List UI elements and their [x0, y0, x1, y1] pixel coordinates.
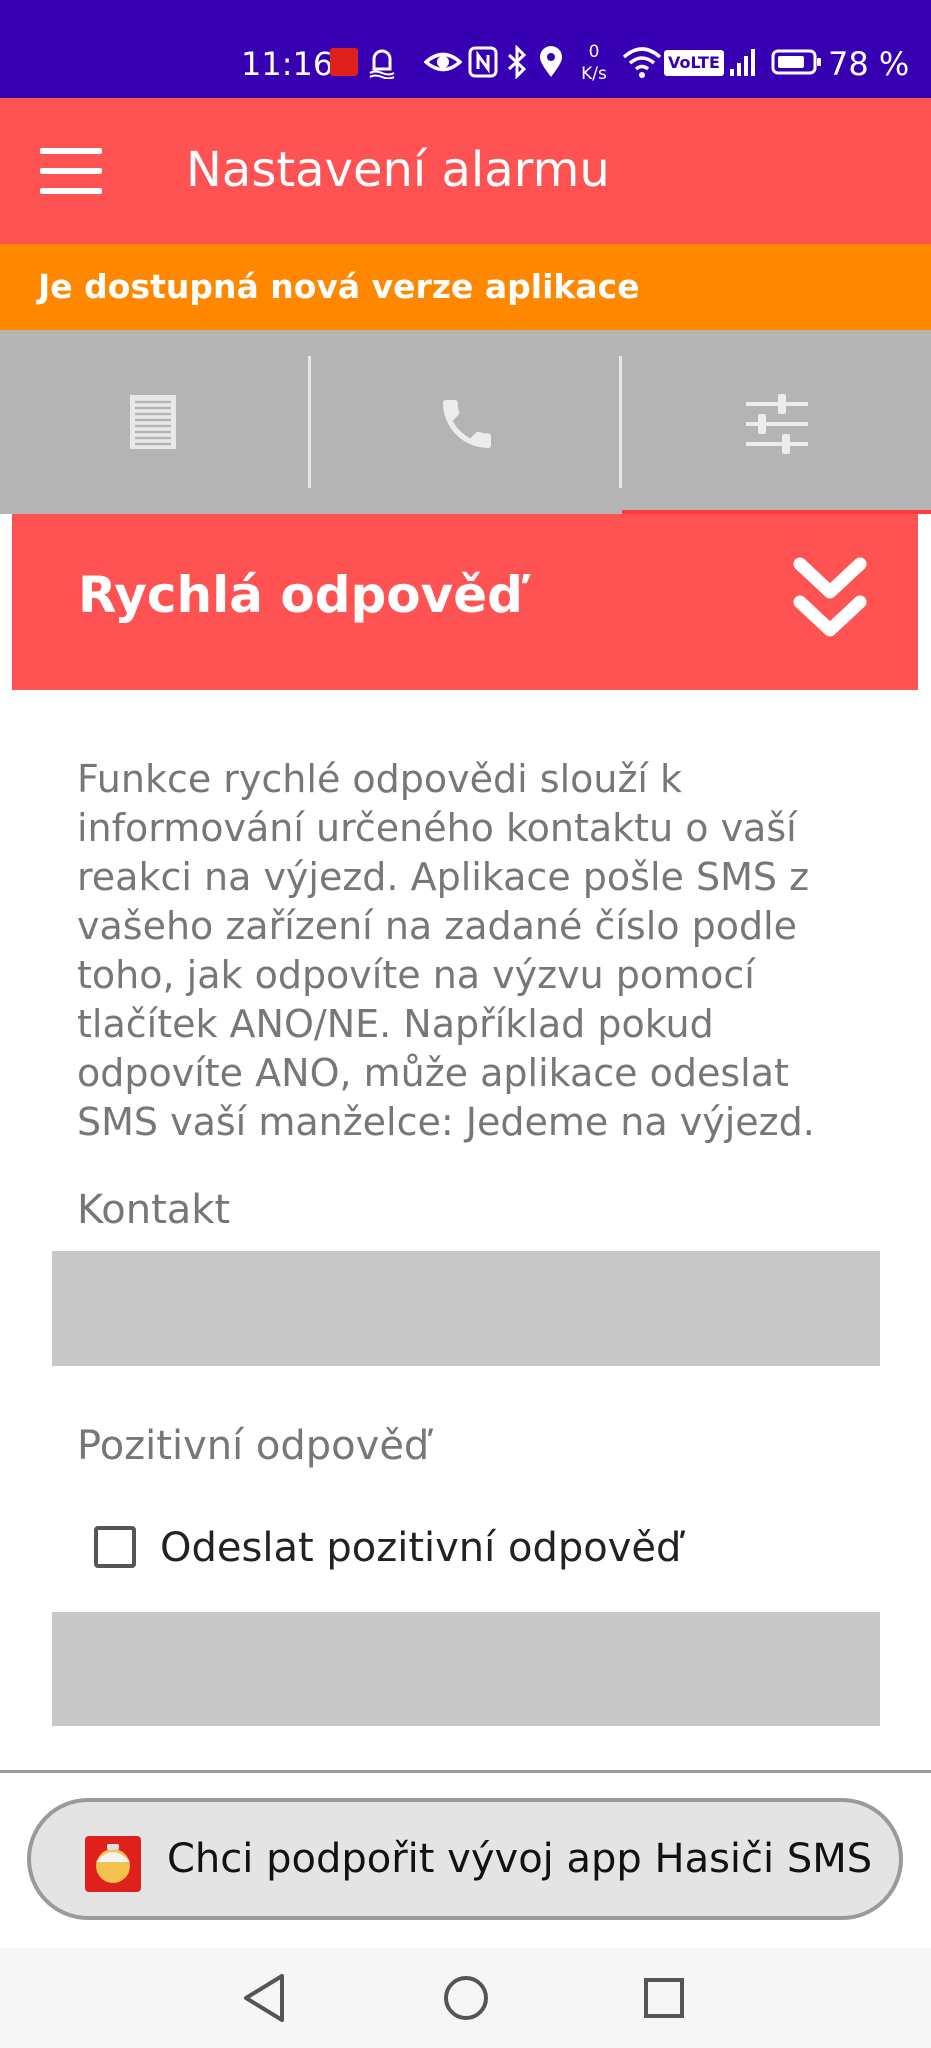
hamburger-menu-icon[interactable] [30, 136, 114, 206]
document-icon [130, 395, 176, 449]
update-banner-text: Je dostupná nová verze aplikace [38, 267, 640, 306]
section-title: Rychlá odpověď [78, 566, 523, 624]
positive-reply-checkbox[interactable] [94, 1526, 136, 1568]
signal-icon [728, 45, 758, 88]
app-bar: Nastavení alarmu [0, 98, 931, 244]
battery-percent: 78 % [828, 45, 910, 83]
hasici-app-icon [85, 1836, 141, 1892]
alarm-icon [367, 45, 397, 88]
location-icon [538, 45, 564, 88]
status-time: 11:16 [241, 45, 334, 83]
support-development-label: Chci podpořit vývoj app Hasiči SMS [167, 1836, 873, 1882]
status-bar: 11:16 0 K/s VoLTE 78 % [0, 0, 931, 98]
update-banner[interactable]: Je dostupná nová verze aplikace [0, 244, 931, 330]
app-notification-icon [330, 48, 358, 76]
net-speed-unit: K/s [581, 64, 607, 84]
volte-badge: VoLTE [664, 50, 724, 76]
positive-reply-label: Pozitivní odpověď [77, 1423, 430, 1469]
contact-input[interactable] [52, 1251, 880, 1366]
net-speed-value: 0 [588, 42, 600, 62]
tab-bar [0, 330, 931, 514]
phone-icon [443, 400, 491, 448]
page-title: Nastavení alarmu [186, 142, 610, 198]
nfc-icon [468, 45, 498, 88]
system-nav-bar [0, 1948, 931, 2048]
section-header-quick-reply[interactable]: Rychlá odpověď [12, 514, 918, 690]
tab-phone[interactable] [311, 330, 621, 514]
back-icon[interactable] [226, 1962, 306, 2034]
bluetooth-icon [506, 44, 528, 88]
battery-icon [771, 45, 823, 88]
double-chevron-down-icon[interactable] [792, 554, 868, 646]
tab-document[interactable] [0, 330, 310, 514]
support-development-button[interactable]: Chci podpořit vývoj app Hasiči SMS [27, 1798, 903, 1920]
positive-reply-checkbox-label: Odeslat pozitivní odpověď [160, 1525, 682, 1571]
recents-icon[interactable] [624, 1962, 704, 2034]
eye-icon [423, 45, 463, 88]
contact-label: Kontakt [77, 1187, 231, 1233]
bottom-divider [0, 1770, 931, 1773]
home-icon[interactable] [426, 1962, 506, 2034]
sliders-icon [746, 394, 808, 454]
quick-reply-description: Funkce rychlé odpovědi slouží k informov… [77, 757, 815, 1144]
positive-reply-input[interactable] [52, 1612, 880, 1726]
wifi-icon [622, 45, 662, 88]
tab-settings[interactable] [622, 330, 931, 514]
